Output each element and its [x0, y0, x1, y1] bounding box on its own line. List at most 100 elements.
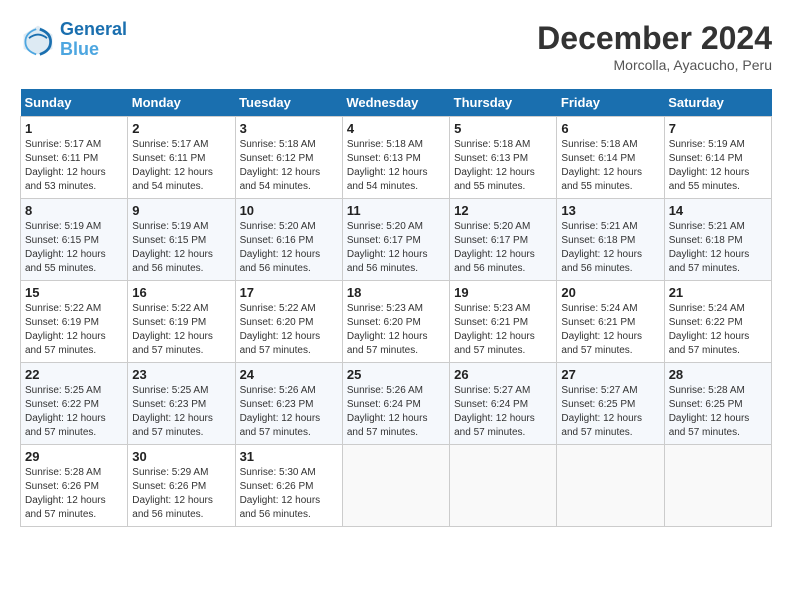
day-number: 19 — [454, 285, 552, 300]
day-number: 8 — [25, 203, 123, 218]
day-info: Sunrise: 5:19 AMSunset: 6:15 PMDaylight:… — [25, 220, 123, 276]
logo-text: General Blue — [60, 20, 127, 60]
calendar-day-cell: 20Sunrise: 5:24 AMSunset: 6:21 PMDayligh… — [557, 281, 664, 363]
header-row: SundayMondayTuesdayWednesdayThursdayFrid… — [21, 89, 772, 117]
day-info: Sunrise: 5:20 AMSunset: 6:17 PMDaylight:… — [347, 220, 445, 276]
day-info: Sunrise: 5:28 AMSunset: 6:26 PMDaylight:… — [25, 466, 123, 522]
day-of-week-header: Tuesday — [235, 89, 342, 117]
day-number: 31 — [240, 449, 338, 464]
day-of-week-header: Friday — [557, 89, 664, 117]
calendar-day-cell: 3 Sunrise: 5:18 AMSunset: 6:12 PMDaylight… — [235, 117, 342, 199]
calendar-day-cell: 21Sunrise: 5:24 AMSunset: 6:22 PMDayligh… — [664, 281, 771, 363]
day-info: Sunrise: 5:21 AMSunset: 6:18 PMDaylight:… — [669, 220, 767, 276]
calendar-day-cell: 14 Sunrise: 5:21 AMSunset: 6:18 PMDayligh… — [664, 199, 771, 281]
day-number: 29 — [25, 449, 123, 464]
day-info: Sunrise: 5:28 AMSunset: 6:25 PMDaylight:… — [669, 384, 767, 440]
day-info: Sunrise: 5:24 AMSunset: 6:21 PMDaylight:… — [561, 302, 659, 358]
calendar-day-cell: 11 Sunrise: 5:20 AMSunset: 6:17 PMDayligh… — [342, 199, 449, 281]
calendar-week-row: 8 Sunrise: 5:19 AMSunset: 6:15 PMDaylight… — [21, 199, 772, 281]
day-of-week-header: Wednesday — [342, 89, 449, 117]
day-number: 3 — [240, 121, 338, 136]
day-info: Sunrise: 5:23 AMSunset: 6:20 PMDaylight:… — [347, 302, 445, 358]
day-number: 17 — [240, 285, 338, 300]
day-info: Sunrise: 5:25 AMSunset: 6:23 PMDaylight:… — [132, 384, 230, 440]
day-info: Sunrise: 5:17 AMSunset: 6:11 PMDaylight:… — [25, 138, 123, 194]
day-info: Sunrise: 5:29 AMSunset: 6:26 PMDaylight:… — [132, 466, 230, 522]
day-of-week-header: Saturday — [664, 89, 771, 117]
calendar-day-cell: 16 Sunrise: 5:22 AMSunset: 6:19 PMDayligh… — [128, 281, 235, 363]
day-info: Sunrise: 5:19 AMSunset: 6:14 PMDaylight:… — [669, 138, 767, 194]
calendar-week-row: 15 Sunrise: 5:22 AMSunset: 6:19 PMDayligh… — [21, 281, 772, 363]
day-info: Sunrise: 5:18 AMSunset: 6:13 PMDaylight:… — [347, 138, 445, 194]
day-info: Sunrise: 5:22 AMSunset: 6:19 PMDaylight:… — [132, 302, 230, 358]
calendar-day-cell: 25Sunrise: 5:26 AMSunset: 6:24 PMDayligh… — [342, 363, 449, 445]
day-number: 16 — [132, 285, 230, 300]
calendar-week-row: 29 Sunrise: 5:28 AMSunset: 6:26 PMDayligh… — [21, 445, 772, 527]
empty-cell — [557, 445, 664, 527]
day-of-week-header: Monday — [128, 89, 235, 117]
day-info: Sunrise: 5:17 AMSunset: 6:11 PMDaylight:… — [132, 138, 230, 194]
calendar-day-cell: 7 Sunrise: 5:19 AMSunset: 6:14 PMDaylight… — [664, 117, 771, 199]
calendar-table: SundayMondayTuesdayWednesdayThursdayFrid… — [20, 89, 772, 527]
day-number: 4 — [347, 121, 445, 136]
day-info: Sunrise: 5:22 AMSunset: 6:19 PMDaylight:… — [25, 302, 123, 358]
calendar-day-cell: 24Sunrise: 5:26 AMSunset: 6:23 PMDayligh… — [235, 363, 342, 445]
calendar-day-cell: 29 Sunrise: 5:28 AMSunset: 6:26 PMDayligh… — [21, 445, 128, 527]
day-number: 14 — [669, 203, 767, 218]
day-number: 25 — [347, 367, 445, 382]
day-info: Sunrise: 5:22 AMSunset: 6:20 PMDaylight:… — [240, 302, 338, 358]
month-title: December 2024 — [537, 20, 772, 57]
calendar-day-cell: 31Sunrise: 5:30 AMSunset: 6:26 PMDayligh… — [235, 445, 342, 527]
calendar-week-row: 1Sunrise: 5:17 AMSunset: 6:11 PMDaylight… — [21, 117, 772, 199]
calendar-day-cell: 10Sunrise: 5:20 AMSunset: 6:16 PMDayligh… — [235, 199, 342, 281]
calendar-day-cell: 5 Sunrise: 5:18 AMSunset: 6:13 PMDaylight… — [450, 117, 557, 199]
day-of-week-header: Sunday — [21, 89, 128, 117]
day-info: Sunrise: 5:25 AMSunset: 6:22 PMDaylight:… — [25, 384, 123, 440]
day-number: 26 — [454, 367, 552, 382]
day-of-week-header: Thursday — [450, 89, 557, 117]
calendar-day-cell: 27Sunrise: 5:27 AMSunset: 6:25 PMDayligh… — [557, 363, 664, 445]
calendar-day-cell: 8 Sunrise: 5:19 AMSunset: 6:15 PMDaylight… — [21, 199, 128, 281]
page-header: General Blue December 2024 Morcolla, Aya… — [20, 20, 772, 73]
day-info: Sunrise: 5:27 AMSunset: 6:24 PMDaylight:… — [454, 384, 552, 440]
day-info: Sunrise: 5:18 AMSunset: 6:13 PMDaylight:… — [454, 138, 552, 194]
day-number: 5 — [454, 121, 552, 136]
day-info: Sunrise: 5:27 AMSunset: 6:25 PMDaylight:… — [561, 384, 659, 440]
day-number: 15 — [25, 285, 123, 300]
calendar-day-cell: 12Sunrise: 5:20 AMSunset: 6:17 PMDayligh… — [450, 199, 557, 281]
logo-line2: Blue — [60, 40, 127, 60]
calendar-day-cell: 30 Sunrise: 5:29 AMSunset: 6:26 PMDayligh… — [128, 445, 235, 527]
day-number: 28 — [669, 367, 767, 382]
empty-cell — [342, 445, 449, 527]
day-number: 30 — [132, 449, 230, 464]
location: Morcolla, Ayacucho, Peru — [537, 57, 772, 73]
calendar-week-row: 22 Sunrise: 5:25 AMSunset: 6:22 PMDayligh… — [21, 363, 772, 445]
empty-cell — [664, 445, 771, 527]
day-info: Sunrise: 5:21 AMSunset: 6:18 PMDaylight:… — [561, 220, 659, 276]
calendar-day-cell: 15 Sunrise: 5:22 AMSunset: 6:19 PMDayligh… — [21, 281, 128, 363]
day-number: 2 — [132, 121, 230, 136]
day-number: 21 — [669, 285, 767, 300]
day-number: 23 — [132, 367, 230, 382]
calendar-day-cell: 2 Sunrise: 5:17 AMSunset: 6:11 PMDaylight… — [128, 117, 235, 199]
day-info: Sunrise: 5:19 AMSunset: 6:15 PMDaylight:… — [132, 220, 230, 276]
day-number: 11 — [347, 203, 445, 218]
day-info: Sunrise: 5:18 AMSunset: 6:12 PMDaylight:… — [240, 138, 338, 194]
day-info: Sunrise: 5:18 AMSunset: 6:14 PMDaylight:… — [561, 138, 659, 194]
day-info: Sunrise: 5:23 AMSunset: 6:21 PMDaylight:… — [454, 302, 552, 358]
calendar-day-cell: 18Sunrise: 5:23 AMSunset: 6:20 PMDayligh… — [342, 281, 449, 363]
logo-line1: General — [60, 19, 127, 39]
day-number: 22 — [25, 367, 123, 382]
calendar-day-cell: 6Sunrise: 5:18 AMSunset: 6:14 PMDaylight… — [557, 117, 664, 199]
calendar-day-cell: 17 Sunrise: 5:22 AMSunset: 6:20 PMDayligh… — [235, 281, 342, 363]
calendar-day-cell: 26 Sunrise: 5:27 AMSunset: 6:24 PMDayligh… — [450, 363, 557, 445]
day-number: 24 — [240, 367, 338, 382]
title-block: December 2024 Morcolla, Ayacucho, Peru — [537, 20, 772, 73]
calendar-day-cell: 19 Sunrise: 5:23 AMSunset: 6:21 PMDayligh… — [450, 281, 557, 363]
day-number: 10 — [240, 203, 338, 218]
logo: General Blue — [20, 20, 127, 60]
calendar-day-cell: 9Sunrise: 5:19 AMSunset: 6:15 PMDaylight… — [128, 199, 235, 281]
day-number: 7 — [669, 121, 767, 136]
empty-cell — [450, 445, 557, 527]
day-info: Sunrise: 5:20 AMSunset: 6:17 PMDaylight:… — [454, 220, 552, 276]
